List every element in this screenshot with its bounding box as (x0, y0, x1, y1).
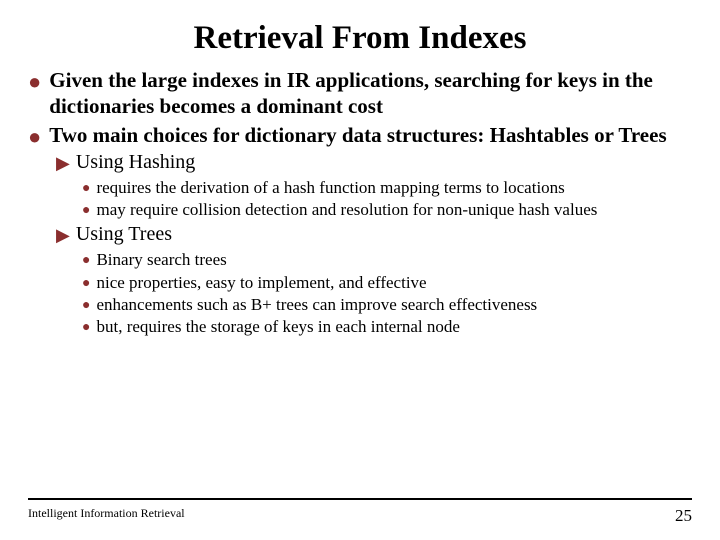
bullet-level3: ● Binary search trees (82, 249, 692, 270)
bullet-level3: ● enhancements such as B+ trees can impr… (82, 294, 692, 315)
bullet-level1: ● Given the large indexes in IR applicat… (28, 67, 692, 120)
triangle-icon: ▶ (56, 151, 70, 175)
slide-title: Retrieval From Indexes (28, 20, 692, 57)
bullet-level1: ● Two main choices for dictionary data s… (28, 122, 692, 148)
bullet-text: may require collision detection and reso… (96, 199, 597, 220)
bullet-text: Using Hashing (76, 150, 195, 175)
slide-body: ● Given the large indexes in IR applicat… (28, 67, 692, 337)
bullet-level3: ● nice properties, easy to implement, an… (82, 272, 692, 293)
bullet-level3: ● may require collision detection and re… (82, 199, 692, 220)
footer: Intelligent Information Retrieval 25 (28, 498, 692, 526)
dot-icon: ● (82, 276, 90, 293)
footer-text: Intelligent Information Retrieval (28, 506, 185, 526)
bullet-text: enhancements such as B+ trees can improv… (96, 294, 537, 315)
dot-icon: ● (82, 253, 90, 270)
bullet-level2: ▶ Using Trees (56, 222, 692, 247)
bullet-text: Given the large indexes in IR applicatio… (49, 67, 692, 120)
dot-icon: ● (82, 298, 90, 315)
bullet-text: Two main choices for dictionary data str… (49, 122, 666, 148)
bullet-text: requires the derivation of a hash functi… (96, 177, 564, 198)
dot-icon: ● (82, 181, 90, 198)
footer-row: Intelligent Information Retrieval 25 (28, 506, 692, 526)
bullet-text: nice properties, easy to implement, and … (96, 272, 426, 293)
bullet-text: Binary search trees (96, 249, 226, 270)
page-number: 25 (675, 506, 692, 526)
dot-icon: ● (82, 203, 90, 220)
dot-icon: ● (82, 320, 90, 337)
slide: Retrieval From Indexes ● Given the large… (0, 0, 720, 540)
bullet-level3: ● but, requires the storage of keys in e… (82, 316, 692, 337)
footer-rule (28, 498, 692, 500)
bullet-level3: ● requires the derivation of a hash func… (82, 177, 692, 198)
dot-icon: ● (28, 71, 41, 120)
bullet-text: but, requires the storage of keys in eac… (96, 316, 459, 337)
bullet-text: Using Trees (76, 222, 172, 247)
triangle-icon: ▶ (56, 223, 70, 247)
dot-icon: ● (28, 126, 41, 148)
bullet-level2: ▶ Using Hashing (56, 150, 692, 175)
